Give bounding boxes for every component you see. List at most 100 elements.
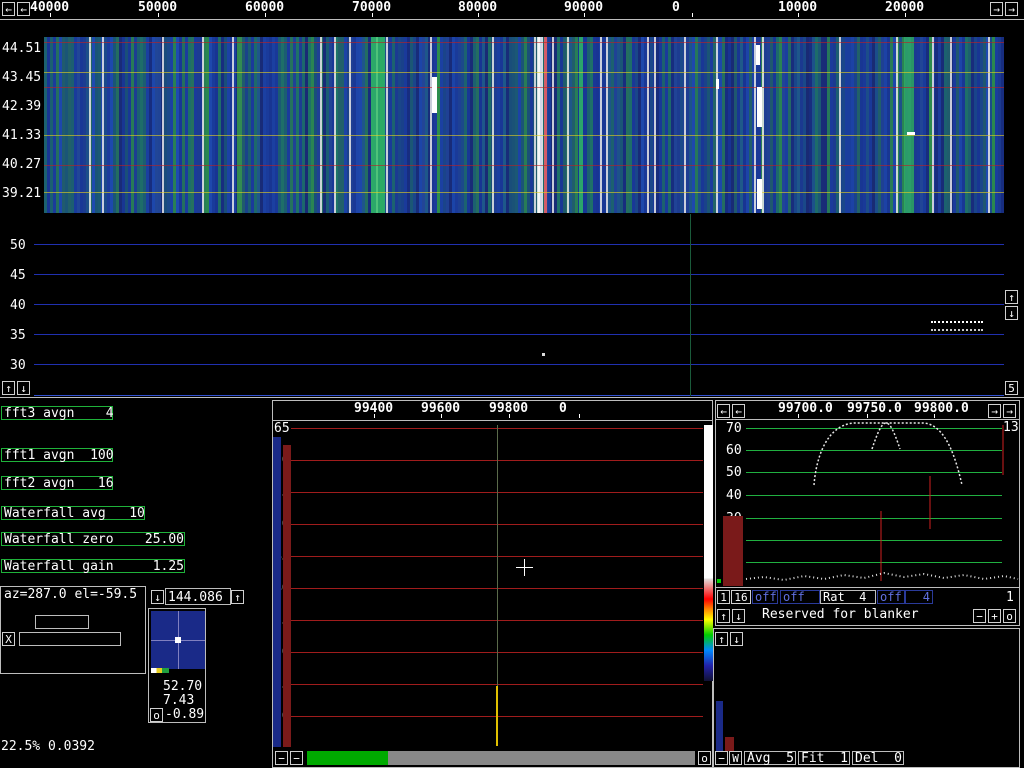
waterfall-y-label: 44.51: [2, 41, 42, 56]
afc-left-button-2[interactable]: ←: [732, 404, 745, 418]
baseband-signal: [496, 686, 498, 746]
axis-tick-mark: [509, 414, 510, 418]
baseband-y-label: 65: [274, 421, 290, 436]
baseband-panel[interactable]: 99400 99600 99800 0 65 60 55 50 45 40 35 30 25 20 − …: [272, 400, 713, 768]
value-2: 7.43: [163, 693, 195, 708]
axis-tick-mark: [798, 414, 799, 418]
crosshair-cursor-icon: [516, 559, 533, 576]
axis-tick-mark: [798, 13, 799, 17]
scale-up-button[interactable]: ↑: [2, 381, 15, 395]
del-box[interactable]: Del 0: [852, 751, 904, 765]
scale-down-button[interactable]: ↓: [17, 381, 30, 395]
afc-right-button-2[interactable]: →: [1003, 404, 1016, 418]
afc-left-button[interactable]: ←: [717, 404, 730, 418]
frequency-display: 144.086: [165, 588, 231, 605]
main-spectrum[interactable]: 50 45 40 35 30 ↑ ↓ ↑ ↓ 5: [0, 214, 1024, 398]
grid-line: [34, 244, 1004, 245]
waterfall-zero-box[interactable]: Waterfall zero 25.00: [1, 532, 185, 546]
afc-four[interactable]: 4: [905, 590, 933, 604]
waterfall-gain-box[interactable]: Waterfall gain 1.25: [1, 559, 185, 573]
br-red-bar: [725, 737, 734, 751]
afc-off-2[interactable]: off: [780, 590, 820, 604]
afc-off-3[interactable]: off: [877, 590, 905, 604]
grid-line: [34, 274, 1004, 275]
scroll-right-button[interactable]: →: [990, 2, 1003, 16]
br-down-button[interactable]: ↓: [730, 632, 743, 646]
afc-panel[interactable]: ← ← → → 99700.099750.099800.0 7060504030…: [715, 400, 1020, 626]
afc-right-button[interactable]: →: [988, 404, 1001, 418]
afc-red-bar: [723, 516, 743, 586]
target-plot[interactable]: [151, 611, 205, 669]
waterfall-image: [44, 37, 1004, 213]
scale-bar-blue: [273, 437, 281, 747]
close-button[interactable]: X: [2, 632, 15, 646]
baseband-axis-line: [273, 420, 713, 421]
cursor-v: [524, 559, 525, 576]
avg-box[interactable]: Avg 5: [744, 751, 796, 765]
fft2-avgn-box[interactable]: fft2 avgn 16: [1, 476, 114, 490]
baseband-minus-button[interactable]: −: [275, 751, 288, 765]
fft1-avgn-box[interactable]: fft1 avgn 100: [1, 448, 114, 462]
pointing-input-1[interactable]: [35, 615, 89, 629]
waterfall-y-label: 41.33: [2, 128, 42, 143]
afc-up-button[interactable]: ↑: [717, 609, 730, 623]
afc-baseline: [716, 587, 1020, 588]
o-button[interactable]: o: [150, 708, 163, 722]
zero-up-button[interactable]: ↑: [1005, 290, 1018, 304]
spectrum-y-label: 45: [10, 268, 26, 283]
afc-level-marker: [717, 579, 721, 583]
afc-y-label: 70: [726, 421, 742, 436]
spectrum-y-label: 35: [10, 328, 26, 343]
axis-tick-label: 99700.0: [778, 401, 833, 416]
freq-up-button[interactable]: ↑: [231, 590, 244, 604]
fft3-avgn-box[interactable]: fft3 avgn 4: [1, 406, 114, 420]
afc-value-2[interactable]: 16: [731, 590, 751, 604]
fit-box[interactable]: Fit 1: [798, 751, 850, 765]
tracking-panel: 52.70 7.43 o -0.89: [148, 608, 206, 723]
afc-off-1[interactable]: off: [752, 590, 778, 604]
afc-spectrum-trace: [745, 422, 1019, 582]
afc-y-label: 60: [726, 443, 742, 458]
axis-tick-mark: [934, 414, 935, 418]
br-w-button[interactable]: W: [729, 751, 742, 765]
waterfall[interactable]: [44, 37, 1004, 213]
freq-down-button[interactable]: ↓: [151, 590, 164, 604]
afc-one: 1: [1006, 590, 1014, 605]
pointing-input-2[interactable]: [19, 632, 121, 646]
afc-down-button[interactable]: ↓: [732, 609, 745, 623]
afc-y-label: 50: [726, 465, 742, 480]
pointing-panel: az=287.0 el=-59.5 X: [0, 586, 146, 674]
zero-down-button[interactable]: ↓: [1005, 306, 1018, 320]
br-minus-button[interactable]: −: [715, 751, 728, 765]
scroll-left-button-2[interactable]: ←: [17, 2, 30, 16]
axis-tick-mark: [905, 13, 906, 17]
blanker-o-button[interactable]: o: [1003, 609, 1016, 623]
waterfall-avg-box[interactable]: Waterfall avg 10: [1, 506, 145, 520]
axis-tick-label: 0: [559, 401, 567, 416]
blanker-minus-button[interactable]: −: [973, 609, 986, 623]
axis-tick-label: 0: [672, 0, 680, 15]
progress-fill: [307, 751, 389, 765]
scroll-right-button-2[interactable]: →: [1005, 2, 1018, 16]
bottom-right-panel[interactable]: ↑ ↓ − W Avg 5 Fit 1 Del 0: [713, 628, 1020, 768]
baseband-o-button[interactable]: o: [698, 751, 711, 765]
br-up-button[interactable]: ↑: [715, 632, 728, 646]
axis-tick-mark: [584, 13, 585, 17]
blanker-plus-button[interactable]: +: [988, 609, 1001, 623]
br-blue-bar: [716, 701, 723, 751]
scroll-left-button[interactable]: ←: [2, 2, 15, 16]
spectrum-corner-value[interactable]: 5: [1005, 381, 1018, 395]
frequency-value: 144.086: [168, 590, 223, 605]
axis-tick-label: 99800.0: [914, 401, 969, 416]
afc-rat[interactable]: Rat 4: [820, 590, 876, 604]
axis-tick-mark: [50, 13, 51, 17]
center-marker: [690, 214, 691, 396]
scale-bar-red: [283, 445, 291, 747]
value-3: -0.89: [165, 707, 205, 722]
baseband-minus-button-2[interactable]: −: [290, 751, 303, 765]
afc-corner-value: 13: [1003, 420, 1019, 435]
axis-tick-label: 99750.0: [847, 401, 902, 416]
grid-line: [34, 304, 1004, 305]
grid-line: [34, 364, 1004, 365]
afc-value-1[interactable]: 1: [717, 590, 730, 604]
